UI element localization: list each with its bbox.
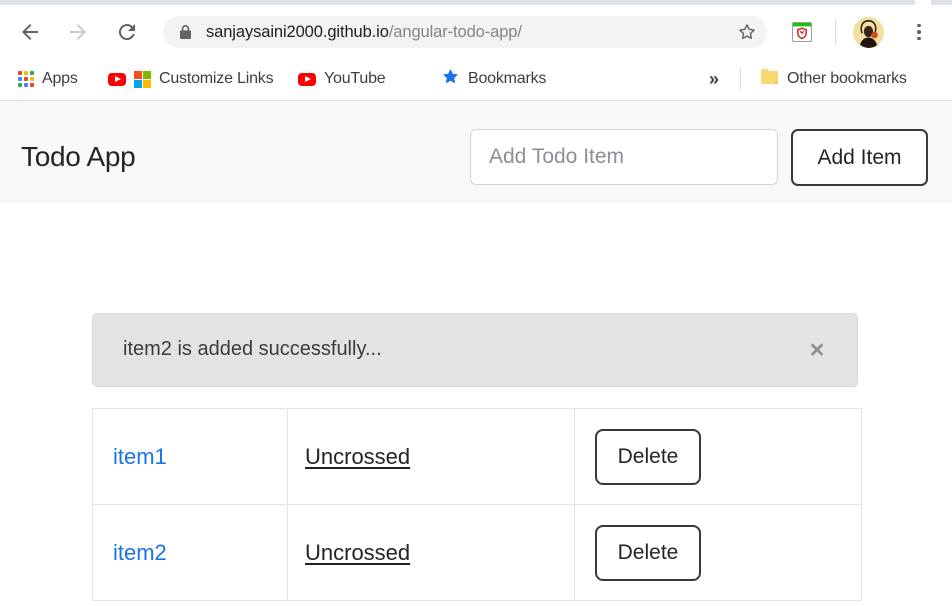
todo-table-body: item1 Uncrossed Delete item2 Uncrossed D…	[93, 409, 862, 601]
arrow-right-icon	[66, 20, 90, 44]
folder-icon	[760, 68, 779, 90]
table-row: item1 Uncrossed Delete	[93, 409, 862, 505]
todo-status-cell: Uncrossed	[288, 409, 575, 505]
bookmark-label: YouTube	[324, 70, 385, 88]
todo-action-cell: Delete	[575, 505, 862, 601]
reload-icon	[115, 20, 139, 44]
menu-dot	[917, 30, 921, 34]
toolbar-divider	[835, 19, 836, 45]
reload-button[interactable]	[111, 16, 143, 48]
youtube-icon	[298, 73, 316, 86]
bookmarks-divider	[740, 68, 741, 90]
todo-name-cell: item1	[93, 409, 288, 505]
close-icon[interactable]: ×	[799, 332, 835, 368]
browser-chrome: sanjaysaini2000.github.io/angular-todo-a…	[0, 0, 952, 101]
todo-table: item1 Uncrossed Delete item2 Uncrossed D…	[92, 408, 862, 601]
microsoft-icon	[134, 71, 151, 88]
bookmark-label: Apps	[42, 70, 78, 88]
bookmark-bookmarks[interactable]: Bookmarks	[437, 65, 550, 93]
apps-grid-icon	[18, 71, 34, 87]
forward-button[interactable]	[62, 16, 94, 48]
browser-toolbar: sanjaysaini2000.github.io/angular-todo-a…	[0, 5, 952, 58]
table-row: item2 Uncrossed Delete	[93, 505, 862, 601]
url-domain: sanjaysaini2000.github.io	[206, 23, 389, 41]
menu-dot	[917, 37, 921, 41]
status-alert: item2 is added successfully... ×	[92, 313, 858, 387]
alert-message: item2 is added successfully...	[123, 338, 382, 361]
lock-icon	[178, 24, 192, 40]
todo-status-cell: Uncrossed	[288, 505, 575, 601]
avatar[interactable]	[853, 17, 884, 48]
bookmarks-bar: Apps Customize Links YouTube Bookmarks »	[0, 58, 952, 101]
todo-item-link[interactable]: item1	[113, 444, 167, 469]
add-item-button[interactable]: Add Item	[791, 129, 928, 186]
bookmark-youtube[interactable]: YouTube	[294, 65, 389, 93]
menu-dot	[917, 24, 921, 28]
todo-action-cell: Delete	[575, 409, 862, 505]
bookmark-star-icon[interactable]	[729, 16, 765, 48]
youtube-icon	[108, 73, 126, 86]
arrow-left-icon	[18, 20, 42, 44]
bookmark-label: Bookmarks	[468, 70, 546, 88]
delete-button[interactable]: Delete	[595, 429, 701, 485]
todo-status-link[interactable]: Uncrossed	[305, 540, 410, 565]
bookmark-apps[interactable]: Apps	[14, 65, 82, 93]
star-icon	[441, 67, 460, 91]
address-bar[interactable]: sanjaysaini2000.github.io/angular-todo-a…	[163, 16, 767, 48]
bookmark-label: Customize Links	[159, 70, 273, 88]
bookmark-other-bookmarks[interactable]: Other bookmarks	[756, 65, 911, 93]
url-path: /angular-todo-app/	[389, 23, 522, 41]
page-content: Todo App Add Item item2 is added success…	[0, 101, 952, 606]
todo-status-link[interactable]: Uncrossed	[305, 444, 410, 469]
app-header: Todo App Add Item	[0, 101, 952, 202]
add-todo-input[interactable]	[470, 129, 778, 185]
bookmark-customize-links[interactable]: Customize Links	[104, 65, 277, 93]
url-text: sanjaysaini2000.github.io/angular-todo-a…	[206, 23, 729, 42]
back-button[interactable]	[14, 16, 46, 48]
three-dot-menu-icon[interactable]	[904, 16, 934, 48]
page-title: Todo App	[21, 141, 135, 173]
extension-shield-icon[interactable]	[786, 17, 818, 47]
todo-item-link[interactable]: item2	[113, 540, 167, 565]
bookmarks-overflow-button[interactable]: »	[705, 65, 723, 93]
bookmark-label: Other bookmarks	[787, 70, 907, 88]
todo-name-cell: item2	[93, 505, 288, 601]
delete-button[interactable]: Delete	[595, 525, 701, 581]
